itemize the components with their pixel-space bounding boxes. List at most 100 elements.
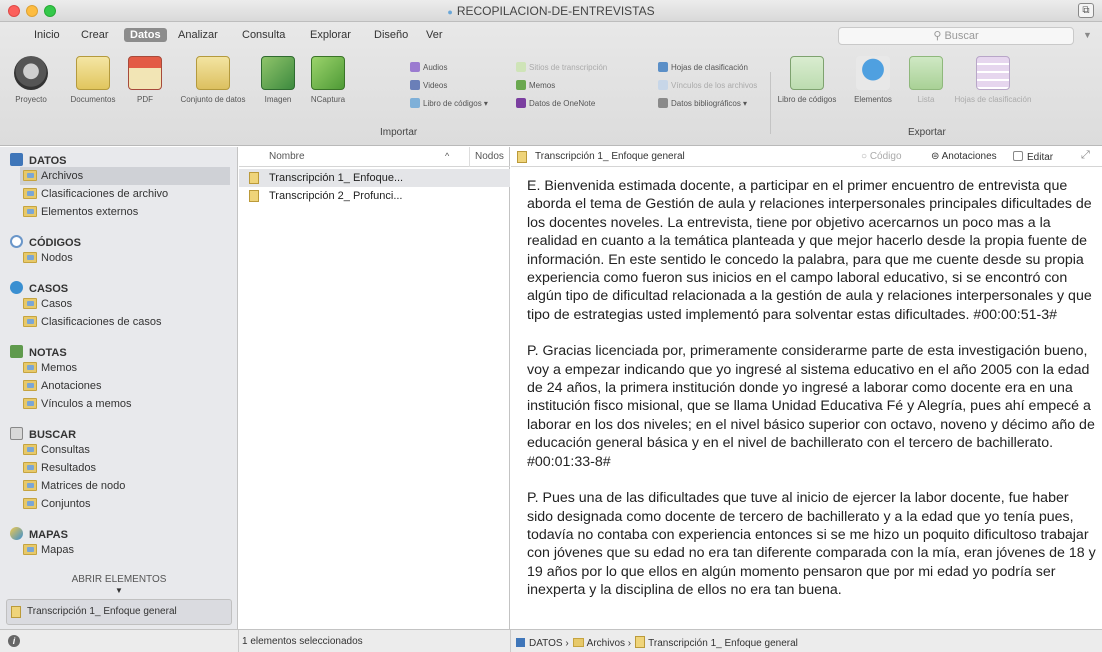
- nav-section-casos[interactable]: CASOS: [10, 281, 68, 295]
- nav-section-buscar[interactable]: BUSCAR: [10, 427, 76, 441]
- nav-section-datos[interactable]: DATOS: [10, 153, 67, 167]
- nav-item-matrices-nodo[interactable]: Matrices de nodo: [20, 477, 230, 495]
- nav-item-archivos[interactable]: Archivos: [20, 167, 230, 185]
- nav-item-elementos-externos[interactable]: Elementos externos: [20, 203, 230, 221]
- nav-item-mapas[interactable]: Mapas: [20, 541, 230, 559]
- breadcrumb-document[interactable]: Transcripción 1_ Enfoque general: [648, 638, 798, 649]
- import-project-button[interactable]: Proyecto: [8, 56, 54, 104]
- link-icon: [658, 80, 668, 90]
- tab-diseno[interactable]: Diseño: [368, 28, 414, 42]
- bibliographic-icon: [658, 98, 668, 108]
- column-divider[interactable]: [469, 147, 470, 167]
- folder-icon: [23, 206, 37, 217]
- list-export-icon: [909, 56, 943, 90]
- nav-section-mapas[interactable]: MAPAS: [10, 527, 68, 541]
- navigation-pane: DATOS Archivos Clasificaciones de archiv…: [0, 147, 238, 629]
- import-documents-button[interactable]: Documentos: [62, 56, 124, 104]
- list-item[interactable]: Transcripción 2_ Profunci...: [239, 187, 510, 205]
- checkbox[interactable]: [1013, 151, 1023, 161]
- transcript-icon: [516, 62, 526, 72]
- export-list-button[interactable]: Lista: [906, 56, 946, 104]
- document-body[interactable]: E. Bienvenida estimada docente, a partic…: [527, 177, 1097, 618]
- export-classification-sheets-button[interactable]: Hojas de clasificación: [950, 56, 1036, 104]
- edit-checkbox[interactable]: Editar: [1013, 151, 1053, 163]
- nav-item-clasificaciones-casos[interactable]: Clasificaciones de casos: [20, 313, 230, 331]
- image-icon: [261, 56, 295, 90]
- document-icon: [635, 636, 646, 648]
- audio-icon: [410, 62, 420, 72]
- folder-icon: [23, 380, 37, 391]
- search-section-icon: [10, 427, 23, 440]
- import-videos[interactable]: Videos: [410, 80, 447, 93]
- data-icon: [10, 153, 23, 166]
- annotations-button[interactable]: ⊜ Anotaciones: [931, 151, 997, 162]
- search-options-icon[interactable]: ▼: [1083, 30, 1092, 40]
- document-icon: ●: [447, 7, 453, 17]
- info-icon[interactable]: i: [8, 635, 20, 647]
- import-pdf-button[interactable]: PDF: [124, 56, 166, 104]
- nav-item-consultas[interactable]: Consultas: [20, 441, 230, 459]
- open-item-document[interactable]: Transcripción 1_ Enfoque general: [6, 599, 232, 625]
- folder-icon: [23, 498, 37, 509]
- column-header-name[interactable]: Nombre: [269, 151, 305, 162]
- expand-icon[interactable]: ⤢: [1081, 149, 1090, 162]
- import-transcript-sites[interactable]: Sitios de transcripción: [516, 62, 607, 75]
- column-header-nodes[interactable]: Nodos: [475, 151, 504, 162]
- sort-ascending-icon[interactable]: ^: [445, 151, 449, 161]
- ribbon-divider: [770, 72, 771, 134]
- search-input[interactable]: ⚲ Buscar: [838, 27, 1074, 45]
- open-items-toggle[interactable]: ABRIR ELEMENTOS ▼: [0, 574, 238, 595]
- status-bar: i 1 elementos seleccionados DATOS › Archi…: [0, 629, 1102, 652]
- tab-crear[interactable]: Crear: [75, 28, 115, 42]
- ncapture-icon: [311, 56, 345, 90]
- folder-icon: [23, 298, 37, 309]
- nav-section-codigos[interactable]: CÓDIGOS: [10, 235, 81, 249]
- import-onenote[interactable]: Datos de OneNote: [516, 98, 595, 111]
- import-ncapture-button[interactable]: NCaptura: [302, 56, 354, 104]
- tab-datos[interactable]: Datos: [124, 28, 167, 42]
- nav-item-resultados[interactable]: Resultados: [20, 459, 230, 477]
- export-group-label: Exportar: [908, 127, 946, 138]
- import-codebook[interactable]: Libro de códigos ▾: [410, 98, 488, 111]
- codes-icon: [10, 235, 23, 248]
- documents-icon: [76, 56, 110, 90]
- list-item[interactable]: Transcripción 1_ Enfoque...: [239, 169, 510, 187]
- import-group-label: Importar: [380, 127, 418, 138]
- fullscreen-icon[interactable]: ⧉: [1078, 3, 1094, 18]
- nav-item-casos[interactable]: Casos: [20, 295, 230, 313]
- import-audios[interactable]: Audios: [410, 62, 447, 75]
- breadcrumb-datos[interactable]: DATOS: [529, 638, 563, 649]
- export-codebook-button[interactable]: Libro de códigos: [776, 56, 838, 104]
- folder-icon: [23, 252, 37, 263]
- comment-icon: ⊜: [931, 151, 942, 162]
- data-icon: [516, 638, 525, 647]
- nav-item-nodos[interactable]: Nodos: [20, 249, 230, 267]
- tab-inicio[interactable]: Inicio: [28, 28, 66, 42]
- nav-item-conjuntos[interactable]: Conjuntos: [20, 495, 230, 513]
- import-memos[interactable]: Memos: [516, 80, 555, 93]
- selection-count: 1 elementos seleccionados: [242, 636, 363, 647]
- search-icon: ⚲: [933, 30, 945, 42]
- import-bibliographic[interactable]: Datos bibliográficos ▾: [658, 98, 747, 111]
- code-button[interactable]: ○ Código: [861, 151, 902, 162]
- paragraph: P. Pues una de las dificultades que tuve…: [527, 490, 1096, 599]
- document-icon: [249, 190, 259, 202]
- maps-icon: [10, 527, 23, 540]
- import-file-links[interactable]: Vínculos de los archivos: [658, 80, 757, 93]
- import-image-button[interactable]: Imagen: [256, 56, 300, 104]
- import-dataset-button[interactable]: Conjunto de datos: [170, 56, 256, 104]
- folder-icon: [23, 188, 37, 199]
- import-classification-sheets[interactable]: Hojas de clasificación: [658, 62, 748, 75]
- tab-analizar[interactable]: Analizar: [172, 28, 224, 42]
- nav-item-clasificaciones-archivo[interactable]: Clasificaciones de archivo: [20, 185, 230, 203]
- tab-explorar[interactable]: Explorar: [304, 28, 357, 42]
- breadcrumb-archivos[interactable]: Archivos: [587, 638, 625, 649]
- nav-item-memos[interactable]: Memos: [20, 359, 230, 377]
- tab-ver[interactable]: Ver: [420, 28, 449, 42]
- tab-consulta[interactable]: Consulta: [236, 28, 291, 42]
- nav-item-vinculos-memos[interactable]: Vínculos a memos: [20, 395, 230, 413]
- export-elements-button[interactable]: Elementos: [848, 56, 898, 104]
- nav-section-notas[interactable]: NOTAS: [10, 345, 67, 359]
- search-icon: ○: [861, 151, 870, 162]
- nav-item-anotaciones[interactable]: Anotaciones: [20, 377, 230, 395]
